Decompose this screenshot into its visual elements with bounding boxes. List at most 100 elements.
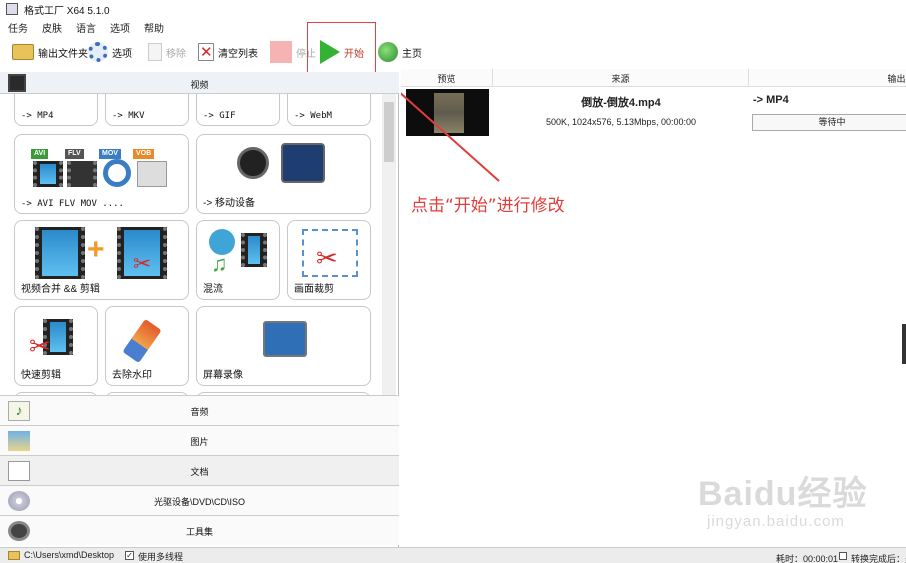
tile-crop[interactable]: ✂ 画面裁剪 xyxy=(287,220,371,300)
avi-badge: AVI xyxy=(31,149,49,159)
tile-mix-label: 混流 xyxy=(203,284,223,295)
film-icon xyxy=(241,233,267,267)
folder-icon xyxy=(8,551,20,560)
function-scrollbar[interactable] xyxy=(382,94,396,416)
tile-mux[interactable]: ♫ 混流 xyxy=(196,220,280,300)
panel-edge-handle[interactable] xyxy=(902,324,906,364)
mov-badge: MOV xyxy=(99,149,121,159)
format-factory-window: 格式工厂 X64 5.1.0 任务 皮肤 语言 选项 帮助 输出文件夹 选项 移… xyxy=(0,0,906,563)
screen-camera-icon xyxy=(263,321,307,357)
annotation-arrow xyxy=(401,92,500,182)
plus-icon: + xyxy=(87,233,105,266)
category-toolbox[interactable]: 工具集 xyxy=(0,515,399,545)
output-folder-label: 输出文件夹 xyxy=(38,48,88,60)
tile-mobile-label: -> 移动设备 xyxy=(203,198,255,209)
window-title: 格式工厂 X64 5.1.0 xyxy=(24,5,110,17)
tile-screen-record[interactable]: 屏幕录像 xyxy=(196,306,371,386)
menu-skin[interactable]: 皮肤 xyxy=(42,20,62,35)
clear-list-label: 清空列表 xyxy=(218,48,258,60)
video-tools-grid: -> MP4 -> MKV -> GIF -> WebM AVI FLV MOV… xyxy=(4,94,380,416)
film-reel-icon xyxy=(237,147,269,179)
scissors-icon: ✂ xyxy=(29,331,51,361)
tile-merge-edit[interactable]: + ✂ 视频合并 && 剪辑 xyxy=(14,220,189,300)
category-optical-label: 光驱设备\DVD\CD\ISO xyxy=(153,497,245,507)
folder-icon xyxy=(12,44,34,60)
tile-gif-label: -> GIF xyxy=(203,111,236,121)
tile-mobile-device[interactable]: -> 移动设备 xyxy=(196,134,371,214)
tile-screen-record-label: 屏幕录像 xyxy=(203,370,243,381)
app-icon xyxy=(6,3,18,15)
scrollbar-thumb[interactable] xyxy=(384,102,394,162)
output-folder-button[interactable]: 输出文件夹 xyxy=(12,36,88,68)
category-video[interactable]: 视频 xyxy=(0,72,399,94)
tile-mp4-label: -> MP4 xyxy=(21,111,54,121)
category-image-label: 图片 xyxy=(190,437,209,447)
after-convert-checkbox[interactable] xyxy=(839,552,847,560)
tile-quick-cut-label: 快速剪辑 xyxy=(21,370,61,381)
category-optical-drive[interactable]: 光驱设备\DVD\CD\ISO xyxy=(0,485,399,515)
category-image[interactable]: 图片 xyxy=(0,425,399,455)
toolbar: 输出文件夹 选项 移除 清空列表 停止 开始 主页 xyxy=(0,36,906,68)
tile-gif[interactable]: -> GIF xyxy=(196,94,280,126)
category-document[interactable]: 文档 xyxy=(0,455,399,485)
menu-bar: 任务 皮肤 语言 选项 帮助 xyxy=(8,20,164,35)
tile-remove-watermark[interactable]: 去除水印 xyxy=(105,306,189,386)
tile-avi-label: -> AVI FLV MOV .... xyxy=(21,199,124,209)
home-label: 主页 xyxy=(402,48,422,60)
remove-doc-icon xyxy=(148,43,162,61)
menu-help[interactable]: 帮助 xyxy=(144,20,164,35)
menu-language[interactable]: 语言 xyxy=(76,20,96,35)
gear-icon xyxy=(88,42,108,62)
tile-mp4[interactable]: -> MP4 xyxy=(14,94,98,126)
tile-webm-label: -> WebM xyxy=(294,111,332,121)
menu-task[interactable]: 任务 xyxy=(8,20,28,35)
watermark-url: jingyan.baidu.com xyxy=(707,513,845,530)
annotation-text: 点击“开始”进行修改 xyxy=(411,196,565,216)
vob-badge: VOB xyxy=(133,149,155,159)
globe-icon xyxy=(378,42,398,62)
elapsed-time: 耗时：00:00:01 xyxy=(776,554,839,563)
clapper-icon xyxy=(67,161,97,187)
options-label: 选项 xyxy=(112,48,132,60)
film-icon xyxy=(35,227,85,279)
tile-crop-label: 画面裁剪 xyxy=(294,284,334,295)
baidu-watermark: Baidu经验 jingyan.baidu.com xyxy=(698,466,868,530)
phone-icon xyxy=(281,143,325,183)
scissors-icon: ✂ xyxy=(316,243,338,273)
output-path[interactable]: C:\Users\xmd\Desktop xyxy=(24,550,114,560)
reel-icon xyxy=(137,161,167,187)
home-button[interactable]: 主页 xyxy=(378,36,422,68)
options-button[interactable]: 选项 xyxy=(88,36,132,68)
menu-options[interactable]: 选项 xyxy=(110,20,130,35)
remove-label: 移除 xyxy=(166,48,186,60)
tile-mkv[interactable]: -> MKV xyxy=(105,94,189,126)
tile-remove-watermark-label: 去除水印 xyxy=(112,370,152,381)
tile-merge-label: 视频合并 && 剪辑 xyxy=(21,284,100,295)
category-audio[interactable]: ♪ 音频 xyxy=(0,395,399,425)
music-note-icon: ♫ xyxy=(211,251,228,276)
tile-mkv-label: -> MKV xyxy=(112,111,145,121)
remove-button[interactable]: 移除 xyxy=(148,36,186,68)
clear-list-button[interactable]: 清空列表 xyxy=(198,36,258,68)
clear-list-icon xyxy=(198,43,214,61)
function-panel: 视频 -> MP4 -> MKV -> GIF -> WebM AVI FLV … xyxy=(0,72,399,547)
status-bar: C:\Users\xmd\Desktop ✓ 使用多线程 耗时：00:00:01… xyxy=(0,547,906,563)
quicktime-icon xyxy=(103,159,131,187)
film-icon xyxy=(33,161,63,187)
tile-webm[interactable]: -> WebM xyxy=(287,94,371,126)
after-convert-label: 转换完成后：关 xyxy=(851,554,906,563)
category-toolbox-label: 工具集 xyxy=(185,527,213,537)
scissors-icon: ✂ xyxy=(133,251,152,276)
title-bar: 格式工厂 X64 5.1.0 xyxy=(0,0,906,18)
stop-icon xyxy=(270,41,292,63)
category-audio-label: 音频 xyxy=(190,407,209,417)
eraser-icon xyxy=(122,318,162,364)
category-video-label: 视频 xyxy=(190,80,209,90)
tile-quick-cut[interactable]: ✂ 快速剪辑 xyxy=(14,306,98,386)
category-document-label: 文档 xyxy=(190,467,209,477)
start-highlight-box xyxy=(307,22,376,77)
multithread-checkbox[interactable]: ✓ xyxy=(125,551,134,560)
watermark-logo: Baidu经验 xyxy=(698,475,868,513)
tile-avi-flv-mov[interactable]: AVI FLV MOV VOB -> AVI FLV MOV .... xyxy=(14,134,189,214)
flv-badge: FLV xyxy=(65,149,84,159)
